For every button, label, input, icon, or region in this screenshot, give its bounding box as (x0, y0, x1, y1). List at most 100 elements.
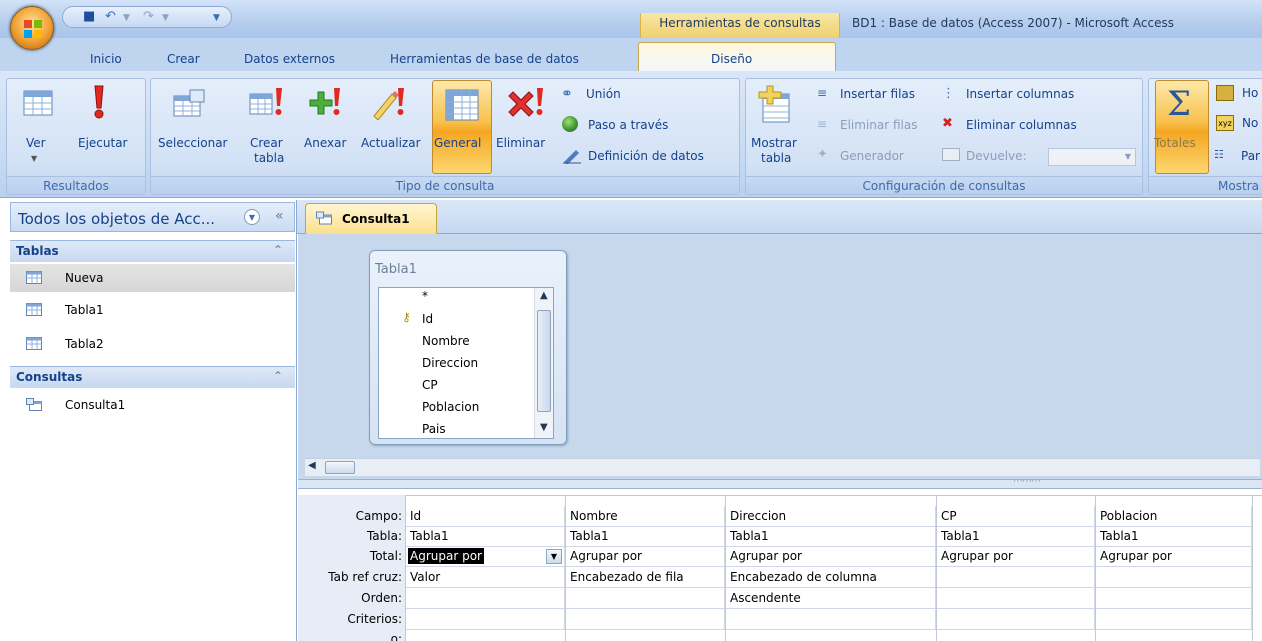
grid-cell-tabla[interactable]: Tabla1 (566, 526, 725, 547)
grid-cell-total[interactable]: Agrupar por (1096, 546, 1252, 567)
nav-pane-title[interactable]: Todos los objetos de Acc... (18, 210, 215, 228)
paso-a-traves-button[interactable]: Paso a través (588, 115, 668, 135)
anexar-button[interactable]: Anexar (304, 136, 346, 151)
table-names-icon: xyz (1216, 115, 1234, 131)
table-icon (26, 303, 42, 316)
grid-cell-total[interactable]: Agrupar por (726, 546, 936, 567)
grid-cell-criterios[interactable] (566, 609, 725, 630)
document-tab-consulta1[interactable]: Consulta1 (305, 203, 437, 234)
grid-cell-criterios[interactable] (1096, 609, 1252, 630)
field-item[interactable]: * (422, 289, 428, 303)
mostrar-tabla-button[interactable]: Mostrar (751, 136, 797, 151)
devuelve-combo[interactable]: ▼ (1048, 148, 1136, 166)
nav-section-tablas[interactable]: Tablas ⌃ (10, 240, 295, 262)
grid-cell-criterios[interactable] (406, 609, 565, 630)
nav-item-nueva[interactable]: Nueva (10, 264, 295, 292)
save-icon[interactable]: ■ (83, 9, 95, 24)
upper-horizontal-scrollbar[interactable]: ◀ (305, 458, 1260, 476)
customize-qat-icon[interactable]: ▼ (213, 13, 220, 23)
nav-dropdown-icon[interactable]: ▼ (244, 209, 260, 225)
grid-cell-orden[interactable] (937, 588, 1095, 609)
totales-button[interactable]: Totales (1154, 136, 1196, 151)
ver-button[interactable]: Ver (26, 136, 46, 151)
tab-herramientas-bd[interactable]: Herramientas de base de datos (390, 52, 579, 66)
grid-cell-total[interactable]: Agrupar por (566, 546, 725, 567)
total-dropdown-icon[interactable]: ▼ (546, 549, 562, 564)
field-item[interactable]: Pais (422, 422, 446, 436)
field-item[interactable]: Direccion (422, 356, 478, 370)
field-list-scrollbar[interactable]: ▲ ▼ (534, 288, 553, 438)
grid-cell-tabla[interactable]: Tabla1 (1096, 526, 1252, 547)
union-button[interactable]: Unión (586, 84, 621, 104)
tab-datos-externos[interactable]: Datos externos (244, 52, 335, 66)
grid-cell-orden[interactable] (406, 588, 565, 609)
grid-cell-tabla[interactable]: Tabla1 (406, 526, 565, 547)
scroll-left-icon[interactable]: ◀ (308, 460, 316, 471)
actualizar-button[interactable]: Actualizar (361, 136, 421, 151)
field-list-title[interactable]: Tabla1 (375, 262, 417, 277)
eliminar-columnas-button[interactable]: Eliminar columnas (966, 115, 1077, 135)
nav-collapse-icon[interactable]: « (275, 208, 284, 224)
grid-cell-criterios[interactable] (937, 609, 1095, 630)
grid-cell-criterios[interactable] (726, 609, 936, 630)
general-button[interactable]: General (434, 136, 481, 151)
tab-crear[interactable]: Crear (167, 52, 200, 66)
nav-item-tabla2[interactable]: Tabla2 (10, 330, 295, 358)
grid-cell-tabref[interactable]: Encabezado de columna (726, 567, 936, 588)
nav-item-consulta1[interactable]: Consulta1 (10, 391, 295, 419)
grid-cell-total[interactable]: Agrupar por (937, 546, 1095, 567)
insertar-columnas-button[interactable]: Insertar columnas (966, 84, 1074, 104)
grid-cell-orden[interactable]: Ascendente (726, 588, 936, 609)
ver-dropdown-icon[interactable]: ▼ (31, 151, 37, 166)
hscroll-thumb[interactable] (325, 461, 355, 474)
grid-cell-campo[interactable]: Direccion (726, 506, 936, 527)
no-button[interactable]: No (1242, 113, 1258, 133)
redo-dropdown-icon[interactable]: ▼ (162, 13, 169, 23)
grid-cell-campo[interactable]: Poblacion (1096, 506, 1252, 527)
field-item[interactable]: Id (422, 312, 433, 326)
row-label-tabla: Tabla: (366, 529, 402, 543)
grid-cell-tabref[interactable]: Encabezado de fila (566, 567, 725, 588)
grid-cell-orden[interactable] (566, 588, 725, 609)
grid-cell-orden[interactable] (1096, 588, 1252, 609)
grid-cell-tabla[interactable]: Tabla1 (726, 526, 936, 547)
scroll-thumb[interactable] (537, 310, 551, 412)
ejecutar-button[interactable]: Ejecutar (78, 136, 128, 151)
eliminar-filas-button[interactable]: Eliminar filas (840, 115, 917, 135)
grid-cell-total-selected[interactable]: Agrupar por ▼ (406, 546, 565, 567)
nav-section-consultas[interactable]: Consultas ⌃ (10, 366, 295, 388)
eliminar-button[interactable]: Eliminar (496, 136, 545, 151)
tab-diseno[interactable]: Diseño (711, 52, 752, 66)
scroll-up-icon[interactable]: ▲ (540, 290, 548, 301)
grid-cell-tabla[interactable]: Tabla1 (937, 526, 1095, 547)
grid-cell-campo[interactable]: Nombre (566, 506, 725, 527)
par-button[interactable]: Par (1241, 146, 1260, 166)
collapse-section-icon[interactable]: ⌃ (273, 369, 283, 383)
ho-button[interactable]: Ho (1242, 83, 1258, 103)
field-item[interactable]: CP (422, 378, 438, 392)
generador-button[interactable]: Generador (840, 146, 904, 166)
field-item[interactable]: Poblacion (422, 400, 479, 414)
scroll-down-icon[interactable]: ▼ (540, 422, 548, 433)
tab-inicio[interactable]: Inicio (90, 52, 122, 66)
seleccionar-button[interactable]: Seleccionar (158, 136, 227, 151)
crear-tabla-button[interactable]: Crear (250, 136, 283, 151)
document-tab-strip (297, 200, 1262, 234)
collapse-section-icon[interactable]: ⌃ (273, 243, 283, 257)
grid-cell-tabref[interactable] (1096, 567, 1252, 588)
nav-item-tabla1[interactable]: Tabla1 (10, 296, 295, 324)
undo-dropdown-icon[interactable]: ▼ (123, 13, 130, 23)
nav-item-label: Consulta1 (65, 398, 126, 412)
undo-icon[interactable]: ↶ (105, 9, 116, 24)
insertar-filas-button[interactable]: Insertar filas (840, 84, 915, 104)
combo-dropdown-icon[interactable]: ▼ (1125, 152, 1131, 161)
grid-cell-tabref[interactable] (937, 567, 1095, 588)
grid-cell-campo[interactable]: Id (406, 506, 565, 527)
pane-splitter[interactable]: ⋯⋯⋯ (298, 476, 1262, 489)
definicion-datos-button[interactable]: Definición de datos (588, 146, 704, 166)
redo-icon[interactable]: ↷ (143, 9, 154, 24)
grid-cell-campo[interactable]: CP (937, 506, 1095, 527)
field-item[interactable]: Nombre (422, 334, 470, 348)
office-button[interactable] (10, 6, 54, 50)
grid-cell-tabref[interactable]: Valor (406, 567, 565, 588)
